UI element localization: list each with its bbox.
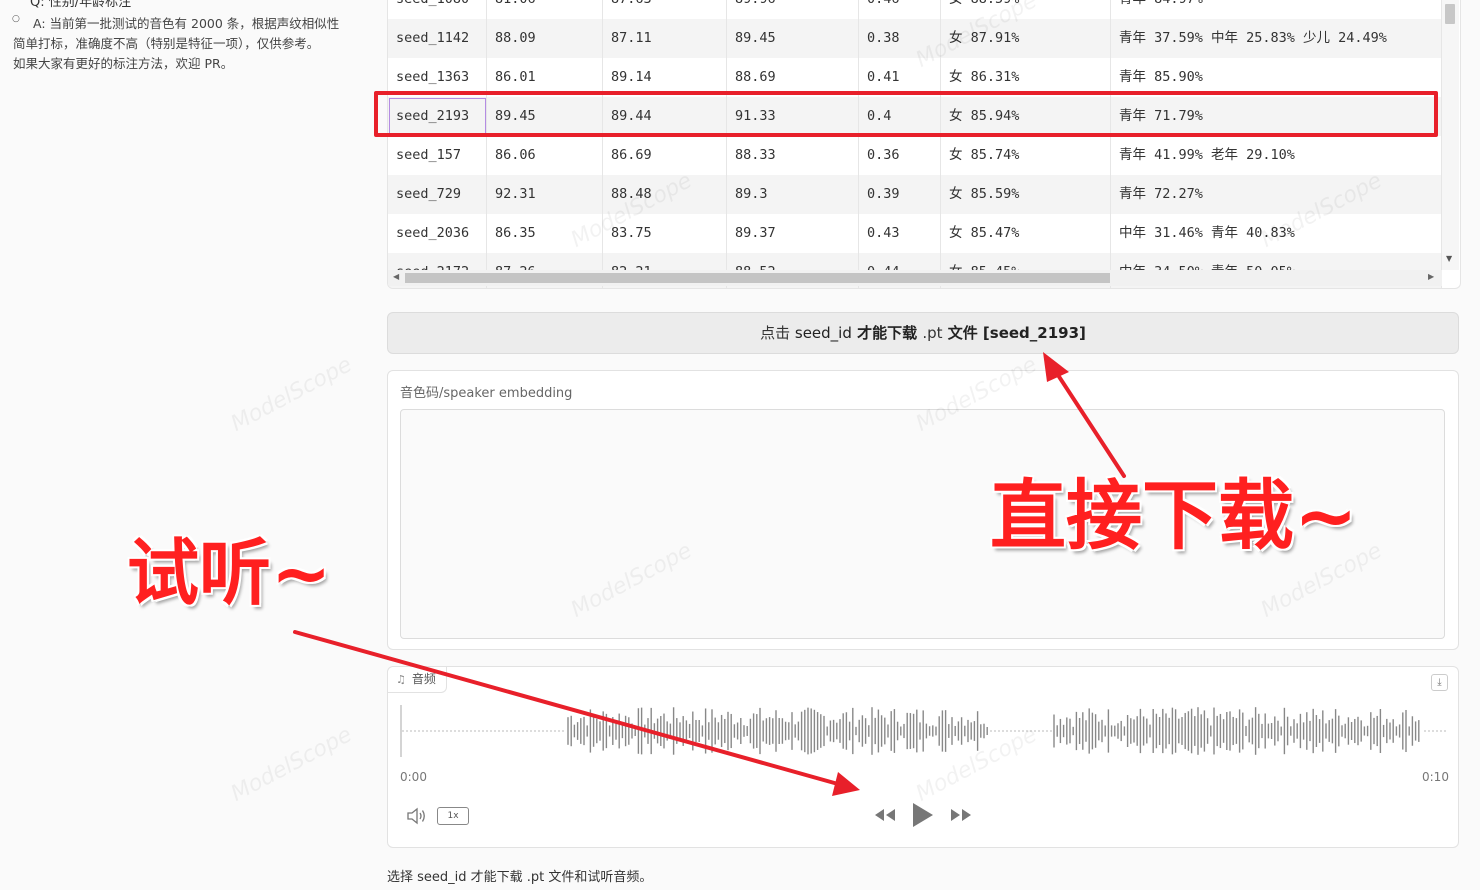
- table-row[interactable]: seed_729 92.31 88.48 89.3 0.39 女 85.59% 青年 72.…: [388, 175, 1442, 214]
- table-cell[interactable]: 0.38: [859, 19, 941, 58]
- faq-answer-line-1: A: 当前第一批测试的音色有 2000 条，根据声纹相似性: [33, 16, 340, 31]
- table-cell[interactable]: 0.46: [859, 0, 941, 19]
- annotation-download-text: 直接下载~: [989, 471, 1359, 560]
- scroll-right-icon[interactable]: ▶: [1428, 272, 1434, 281]
- table-cell[interactable]: 中年 31.46% 青年 40.83%: [1111, 214, 1442, 253]
- table-horizontal-scrollbar[interactable]: ◀ ▶: [388, 270, 1442, 286]
- table-cell[interactable]: 86.06: [487, 136, 603, 175]
- play-icon[interactable]: [909, 800, 935, 830]
- table-cell[interactable]: 88.09: [487, 19, 603, 58]
- scroll-left-icon[interactable]: ◀: [393, 272, 399, 281]
- left-notes-panel: Q: 性别/年龄标注 ○ A: 当前第一批测试的音色有 2000 条，根据声纹相…: [0, 0, 372, 890]
- table-cell[interactable]: 青年 72.27%: [1111, 175, 1442, 214]
- table-cell[interactable]: seed_2036: [388, 214, 487, 253]
- rewind-icon[interactable]: [872, 802, 898, 828]
- table-vertical-scrollbar[interactable]: ▼: [1442, 0, 1459, 270]
- table-cell[interactable]: 88.48: [603, 175, 727, 214]
- table-cell[interactable]: 青年 84.97%: [1111, 0, 1442, 19]
- seed-table[interactable]: seed_108081.0687.6389.960.46女 88.59%青年 8…: [387, 0, 1461, 289]
- table-cell[interactable]: 81.06: [487, 0, 603, 19]
- table-row[interactable]: seed_157 86.06 86.69 88.33 0.36 女 85.74% 青年 41…: [388, 136, 1442, 175]
- audio-label-tag: ♫ 音频: [388, 667, 447, 693]
- audio-player-panel: ♫ 音频 ⤓ 0:00 0:10 1x: [387, 666, 1459, 848]
- table-cell[interactable]: seed_1080: [388, 0, 487, 19]
- time-total: 0:10: [1422, 770, 1449, 784]
- table-cell[interactable]: 女 87.91%: [941, 19, 1111, 58]
- table-cell[interactable]: 女 85.47%: [941, 214, 1111, 253]
- table-cell[interactable]: 女 88.59%: [941, 0, 1111, 19]
- table-cell[interactable]: 89.96: [727, 0, 859, 19]
- scroll-down-icon[interactable]: ▼: [1446, 254, 1452, 263]
- table-cell[interactable]: 女 85.74%: [941, 136, 1111, 175]
- table-row[interactable]: seed_2036 86.35 83.75 89.37 0.43 女 85.47% 中年 3…: [388, 214, 1442, 253]
- download-label-suffix: 文件 [seed_2193]: [942, 324, 1086, 342]
- table-cell[interactable]: 89.37: [727, 214, 859, 253]
- download-audio-icon[interactable]: ⤓: [1431, 674, 1448, 691]
- table-cell[interactable]: 89.3: [727, 175, 859, 214]
- table-cell[interactable]: 86.35: [487, 214, 603, 253]
- table-cell[interactable]: 83.75: [603, 214, 727, 253]
- annotation-listen-text: 试听~: [126, 531, 332, 615]
- download-label-prefix: 点击: [760, 324, 795, 342]
- download-label-middle: 才能下载: [851, 324, 923, 342]
- table-cell[interactable]: 92.31: [487, 175, 603, 214]
- scrollbar-thumb[interactable]: [1445, 4, 1455, 24]
- scrollbar-thumb[interactable]: [405, 273, 1110, 283]
- table-cell[interactable]: 0.39: [859, 175, 941, 214]
- table-cell[interactable]: 87.11: [603, 19, 727, 58]
- bullet-icon: ○: [12, 14, 20, 24]
- table-cell[interactable]: 0.36: [859, 136, 941, 175]
- table-cell[interactable]: 89.45: [727, 19, 859, 58]
- audio-label: 音频: [411, 672, 436, 686]
- speaker-embedding-label: 音色码/speaker embedding: [400, 386, 573, 401]
- time-current: 0:00: [400, 770, 427, 784]
- faq-question-heading: Q: 性别/年龄标注: [30, 0, 132, 10]
- selected-row-highlight: [374, 91, 1438, 137]
- table-row[interactable]: seed_1142 88.09 87.11 89.45 0.38 女 87.91% 青年 3…: [388, 19, 1442, 58]
- table-cell[interactable]: seed_1142: [388, 19, 487, 58]
- faq-answer-line-2: 简单打标，准确度不高（特别是特征一项），仅供参考。: [13, 36, 320, 51]
- music-note-icon: ♫: [396, 673, 406, 686]
- audio-waveform[interactable]: [400, 701, 1448, 761]
- faq-answer-line-3: 如果大家有更好的标注方法，欢迎 PR。: [13, 56, 234, 71]
- fast-forward-icon[interactable]: [948, 802, 974, 828]
- table-cell[interactable]: 88.33: [727, 136, 859, 175]
- table-row[interactable]: seed_108081.0687.6389.960.46女 88.59%青年 8…: [388, 0, 1442, 19]
- download-label-ext: .pt: [922, 324, 943, 342]
- download-pt-button[interactable]: 点击 seed_id 才能下载 .pt 文件 [seed_2193]: [387, 312, 1459, 354]
- table-cell[interactable]: 青年 37.59% 中年 25.83% 少儿 24.49%: [1111, 19, 1442, 58]
- table-cell[interactable]: 0.43: [859, 214, 941, 253]
- table-cell[interactable]: seed_157: [388, 136, 487, 175]
- footer-hint: 选择 seed_id 才能下载 .pt 文件和试听音频。: [387, 870, 653, 885]
- table-cell[interactable]: seed_729: [388, 175, 487, 214]
- table-cell[interactable]: 女 85.59%: [941, 175, 1111, 214]
- table-cell[interactable]: 86.69: [603, 136, 727, 175]
- table-cell[interactable]: 青年 41.99% 老年 29.10%: [1111, 136, 1442, 175]
- volume-icon[interactable]: [405, 806, 429, 826]
- download-label-code: seed_id: [794, 324, 852, 342]
- playback-speed-button[interactable]: 1x: [437, 807, 469, 825]
- table-cell[interactable]: 87.63: [603, 0, 727, 19]
